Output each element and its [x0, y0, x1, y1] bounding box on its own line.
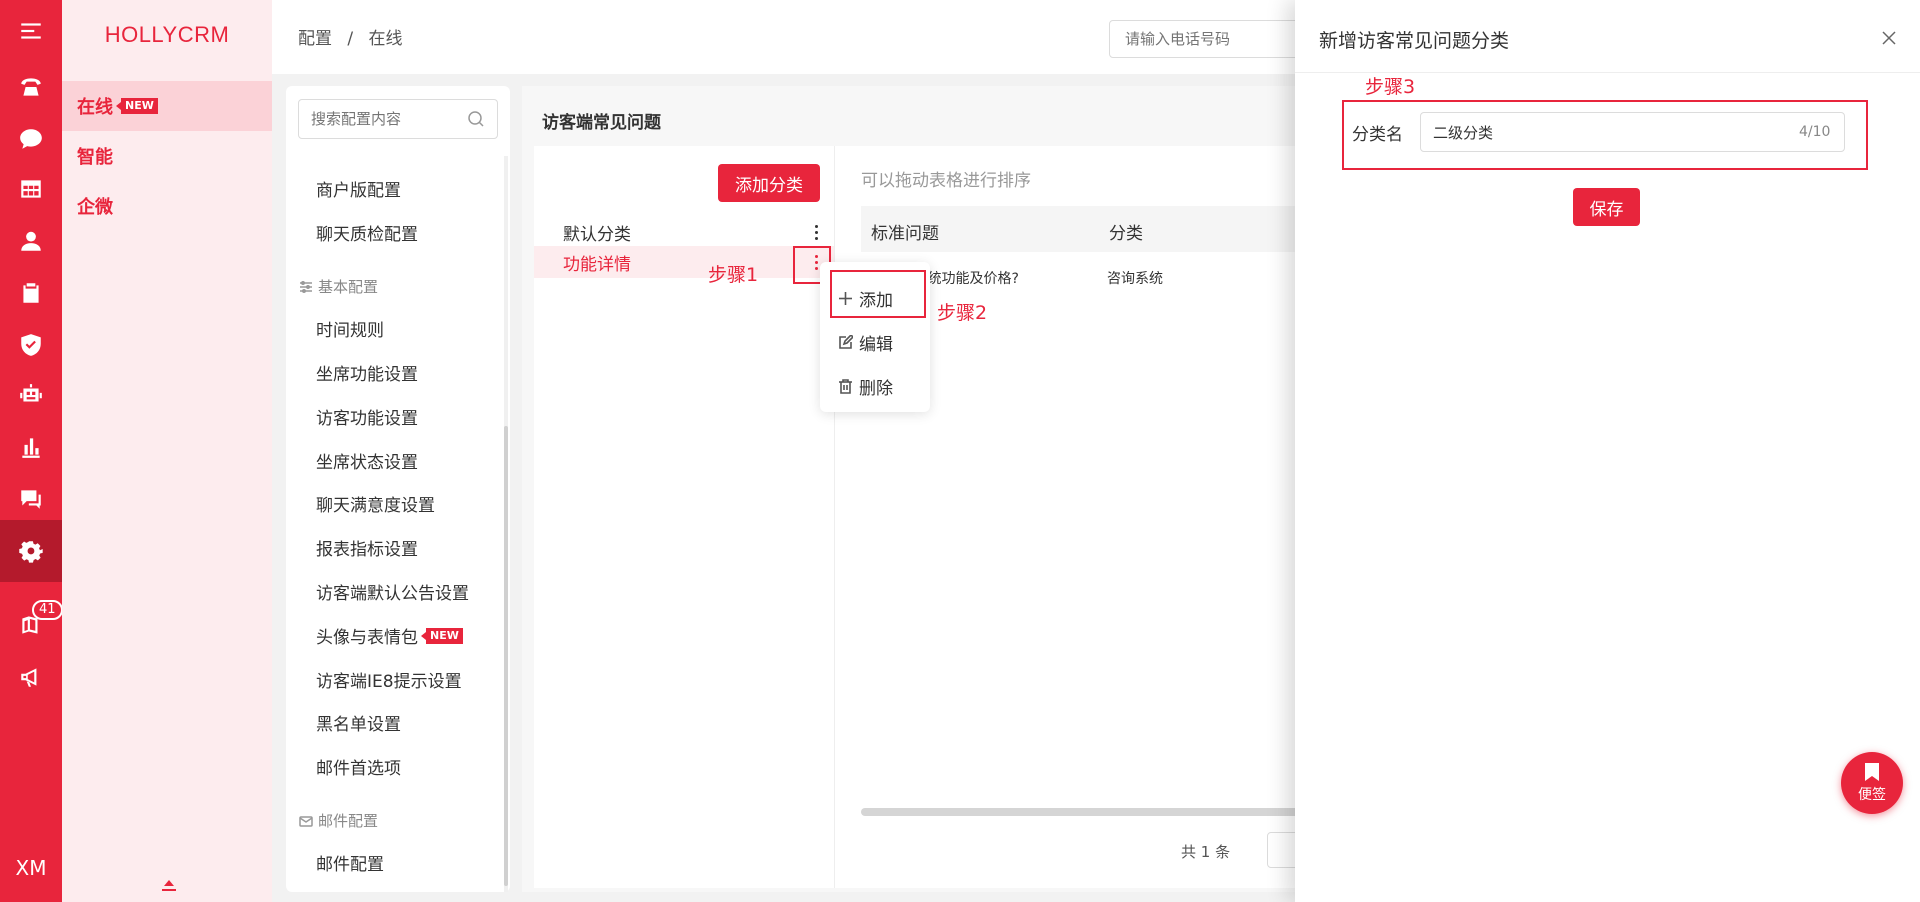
config-item-blacklist[interactable]: 黑名单设置 — [316, 710, 401, 735]
breadcrumb-separator: / — [347, 29, 354, 49]
table-cell-category: 咨询系统 — [1107, 271, 1163, 287]
category-item-default[interactable]: 默认分类 — [534, 216, 834, 248]
step2-annotation: 步骤2 — [937, 302, 988, 324]
sticky-note-button[interactable]: 便签 — [1841, 752, 1903, 814]
config-group-mail: 邮件配置 — [298, 810, 378, 831]
notification-badge: 41 — [32, 600, 63, 620]
close-icon[interactable] — [1879, 28, 1899, 48]
category-name-label: 分类名 — [1352, 125, 1403, 145]
secondary-sidebar: HOLLYCRM 在线 NEW 智能 企微 — [62, 0, 272, 902]
mail-icon — [299, 815, 313, 827]
add-category-drawer: 新增访客常见问题分类 步骤3 分类名 4/10 保存 — [1295, 0, 1920, 902]
column-header-category: 分类 — [1109, 224, 1143, 244]
config-item-time-rules[interactable]: 时间规则 — [316, 316, 384, 341]
char-counter: 4/10 — [1799, 124, 1831, 140]
config-item-label: 头像与表情包 — [316, 628, 418, 648]
page-title: 访客端常见问题 — [542, 113, 661, 133]
step3-annotation: 步骤3 — [1365, 76, 1416, 98]
config-item-avatar-emoji[interactable]: 头像与表情包 NEW — [316, 623, 463, 648]
config-group-label: 邮件配置 — [318, 812, 379, 830]
config-item-report-metrics[interactable]: 报表指标设置 — [316, 535, 418, 560]
menu-item-edit[interactable]: 编辑 — [838, 330, 893, 355]
add-category-button[interactable]: 添加分类 — [718, 164, 820, 202]
breadcrumb: 配置 / 在线 — [298, 24, 413, 49]
config-group-label: 基本配置 — [318, 278, 379, 296]
menu-item-delete[interactable]: 删除 — [838, 374, 893, 399]
save-button[interactable]: 保存 — [1573, 188, 1640, 226]
config-item-merchant[interactable]: 商户版配置 — [316, 176, 401, 201]
subnav-item-wecom[interactable]: 企微 — [62, 181, 272, 231]
subnav-item-label: 企微 — [77, 197, 113, 218]
settings-gear-icon[interactable] — [0, 520, 62, 582]
breadcrumb-online: 在线 — [368, 29, 403, 49]
config-menu-panel: 商户版配置 聊天质检配置 基本配置 时间规则 坐席功能设置 访客功能设置 坐席状… — [286, 86, 510, 892]
config-item-visitor-function[interactable]: 访客功能设置 — [316, 404, 418, 429]
main-content: 访客端常见问题 添加分类 默认分类 功能详情 步骤1 可以拖动表格进行排序 标准… — [522, 86, 1307, 892]
config-item-ie8-tip[interactable]: 访客端IE8提示设置 — [316, 667, 462, 692]
menu-item-label: 编辑 — [859, 335, 893, 355]
subnav-item-online[interactable]: 在线 NEW — [62, 81, 272, 131]
phone-search-input[interactable] — [1109, 20, 1309, 58]
config-item-mail-preferences[interactable]: 邮件首选项 — [316, 754, 401, 779]
category-name-input[interactable] — [1420, 112, 1845, 152]
subnav-item-label: 在线 — [77, 97, 113, 118]
config-item-satisfaction[interactable]: 聊天满意度设置 — [316, 491, 435, 516]
scrollbar-thumb[interactable] — [504, 426, 508, 886]
category-label: 功能详情 — [563, 254, 631, 275]
config-item-agent-function[interactable]: 坐席功能设置 — [316, 360, 418, 385]
category-item-feature-details[interactable]: 功能详情 — [534, 246, 834, 278]
collapse-up-icon[interactable] — [160, 877, 178, 896]
category-label: 默认分类 — [563, 224, 631, 245]
drawer-title: 新增访客常见问题分类 — [1319, 30, 1510, 52]
breadcrumb-config[interactable]: 配置 — [298, 29, 332, 49]
sliders-icon — [300, 280, 312, 293]
edit-icon — [839, 335, 853, 349]
faq-table-panel: 可以拖动表格进行排序 标准问题 分类 系统功能及价格? 咨询系统 共 1 条 — [834, 146, 1307, 888]
icon-rail: 41 XM — [0, 0, 63, 902]
drag-sort-tip: 可以拖动表格进行排序 — [861, 171, 1031, 191]
config-item-mail-config[interactable]: 邮件配置 — [316, 850, 384, 875]
column-header-question: 标准问题 — [871, 224, 939, 244]
subnav-item-smart[interactable]: 智能 — [62, 131, 272, 181]
brand-logo: HOLLYCRM — [104, 22, 230, 47]
bookmark-icon — [1865, 763, 1879, 781]
user-avatar[interactable]: XM — [0, 856, 62, 880]
step1-annotation: 步骤1 — [708, 264, 759, 286]
category-panel: 添加分类 默认分类 功能详情 步骤1 — [534, 146, 834, 888]
new-badge: NEW — [421, 627, 463, 644]
pagination-total: 共 1 条 — [1181, 843, 1231, 861]
new-badge: NEW — [116, 98, 158, 114]
config-item-visitor-notice[interactable]: 访客端默认公告设置 — [316, 579, 469, 604]
table-header: 标准问题 分类 — [861, 206, 1303, 252]
search-icon[interactable] — [466, 109, 486, 129]
config-item-agent-status[interactable]: 坐席状态设置 — [316, 448, 418, 473]
step2-highlight-box — [830, 270, 926, 318]
megaphone-icon[interactable] — [0, 646, 62, 708]
menu-toggle-icon[interactable] — [0, 0, 62, 62]
config-item-chat-qc[interactable]: 聊天质检配置 — [316, 220, 418, 245]
more-vertical-icon[interactable] — [806, 220, 826, 244]
trash-icon — [839, 379, 852, 394]
config-group-basic: 基本配置 — [298, 276, 378, 297]
horizontal-scrollbar[interactable] — [861, 808, 1303, 816]
subnav-item-label: 智能 — [77, 147, 113, 168]
sticky-note-label: 便签 — [1858, 787, 1886, 803]
menu-item-label: 删除 — [859, 379, 893, 399]
